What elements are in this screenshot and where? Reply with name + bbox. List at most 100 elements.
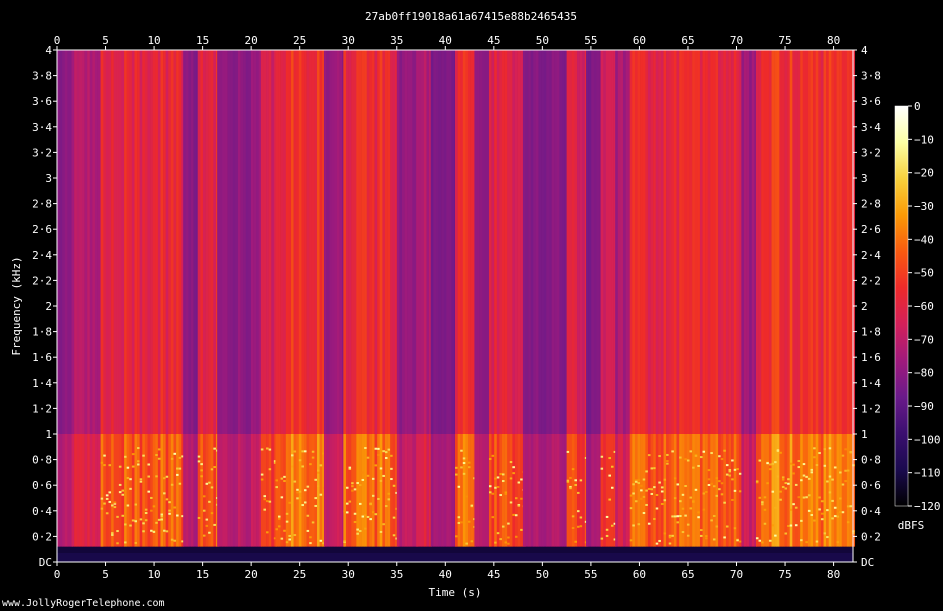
formant-mark — [637, 482, 641, 485]
spectro-column-low — [205, 434, 209, 547]
spectro-column-low — [615, 434, 619, 547]
formant-mark — [278, 525, 281, 528]
spectro-column-high — [74, 50, 78, 434]
spectro-column-high — [658, 50, 662, 434]
spectro-column-low — [766, 434, 770, 547]
spectro-column-high — [178, 50, 182, 434]
formant-mark — [684, 485, 687, 488]
formant-mark — [152, 530, 156, 533]
spectro-column-low — [271, 434, 275, 547]
spectro-column-high — [556, 50, 560, 434]
spectro-column-high — [522, 50, 526, 434]
formant-mark — [676, 521, 680, 524]
spectro-column-high — [828, 50, 832, 434]
spectro-column-high — [647, 50, 651, 434]
formant-mark — [823, 532, 827, 535]
formant-mark — [686, 534, 690, 537]
spectro-column-low — [200, 434, 204, 547]
spectro-column-low — [345, 434, 349, 547]
spectro-column-low — [551, 434, 555, 547]
spectro-column-low — [103, 434, 107, 547]
spectro-column-high — [525, 50, 529, 434]
formant-mark — [137, 460, 140, 463]
formant-mark — [462, 472, 466, 475]
formant-mark — [710, 482, 713, 485]
spectro-column-low — [176, 434, 179, 547]
formant-mark — [733, 527, 737, 530]
spectro-column-high — [190, 50, 194, 434]
formant-mark — [710, 519, 713, 522]
spectro-column-high — [494, 50, 498, 434]
formant-mark — [384, 457, 388, 460]
spectro-column-low — [144, 434, 148, 547]
formant-mark — [197, 460, 201, 463]
spectro-column-high — [418, 50, 422, 434]
spectro-column-low — [805, 434, 809, 547]
spectro-column-low — [409, 434, 413, 547]
spectro-column-high — [280, 50, 284, 434]
y-tick-label-right: 2·2 — [861, 274, 881, 287]
spectro-column-low — [224, 434, 228, 547]
spectro-column-low — [514, 434, 518, 547]
formant-mark — [351, 485, 354, 488]
spectro-column-low — [202, 434, 206, 547]
formant-mark — [810, 471, 814, 474]
y-tick-label-right: 4 — [861, 44, 868, 57]
formant-mark — [111, 504, 114, 507]
formant-mark — [818, 452, 821, 455]
y-tick-label-right: 3·8 — [861, 70, 881, 83]
spectro-column-high — [846, 50, 850, 434]
formant-mark — [268, 468, 272, 471]
spectro-column-low — [849, 434, 853, 547]
formant-mark — [712, 514, 716, 517]
spectro-column-low — [243, 434, 247, 547]
formant-mark — [210, 512, 214, 515]
formant-mark — [663, 499, 667, 502]
y-tick-label-right: 2 — [861, 300, 868, 313]
spectro-column-low — [374, 434, 378, 547]
spectro-column-high — [723, 50, 727, 434]
spectro-column-high — [311, 50, 315, 434]
formant-mark — [121, 489, 125, 492]
formant-mark — [605, 515, 609, 518]
formant-mark — [314, 497, 318, 500]
spectro-column-high — [202, 50, 206, 434]
spectro-column-low — [448, 434, 452, 547]
spectro-column-high — [781, 50, 785, 434]
spectro-column-low — [288, 434, 292, 547]
formant-mark — [728, 470, 732, 473]
formant-mark — [317, 471, 320, 474]
formant-mark — [823, 464, 827, 467]
formant-mark — [147, 490, 151, 493]
spectro-column-low — [522, 434, 526, 547]
spectro-column-high — [509, 50, 513, 434]
formant-mark — [348, 500, 352, 503]
spectro-column-high — [298, 50, 302, 434]
formant-mark — [758, 459, 762, 462]
formant-mark — [494, 477, 497, 480]
formant-mark — [813, 447, 816, 450]
spectro-column-high — [603, 50, 607, 434]
spectro-column-high — [165, 50, 169, 434]
spectro-column-high — [435, 50, 439, 434]
formant-mark — [296, 497, 299, 500]
spectro-column-high — [645, 50, 649, 434]
spectro-column-high — [260, 50, 264, 434]
y-tick-label-left: 2·4 — [32, 249, 52, 262]
formant-mark — [455, 535, 458, 538]
formant-mark — [800, 539, 803, 542]
formant-mark — [470, 540, 474, 543]
spectro-column-low — [507, 434, 511, 547]
activity-segment — [522, 50, 568, 547]
spectro-column-low — [283, 434, 287, 547]
formant-mark — [200, 463, 203, 466]
formant-mark — [807, 477, 811, 480]
formant-mark — [311, 450, 315, 453]
spectro-column-high — [116, 50, 120, 434]
formant-mark — [103, 502, 106, 505]
spectro-column-high — [170, 50, 174, 434]
spectro-column-high — [317, 50, 320, 434]
spectro-column-high — [217, 50, 221, 434]
formant-mark — [377, 447, 380, 450]
spectro-column-low — [603, 434, 607, 547]
